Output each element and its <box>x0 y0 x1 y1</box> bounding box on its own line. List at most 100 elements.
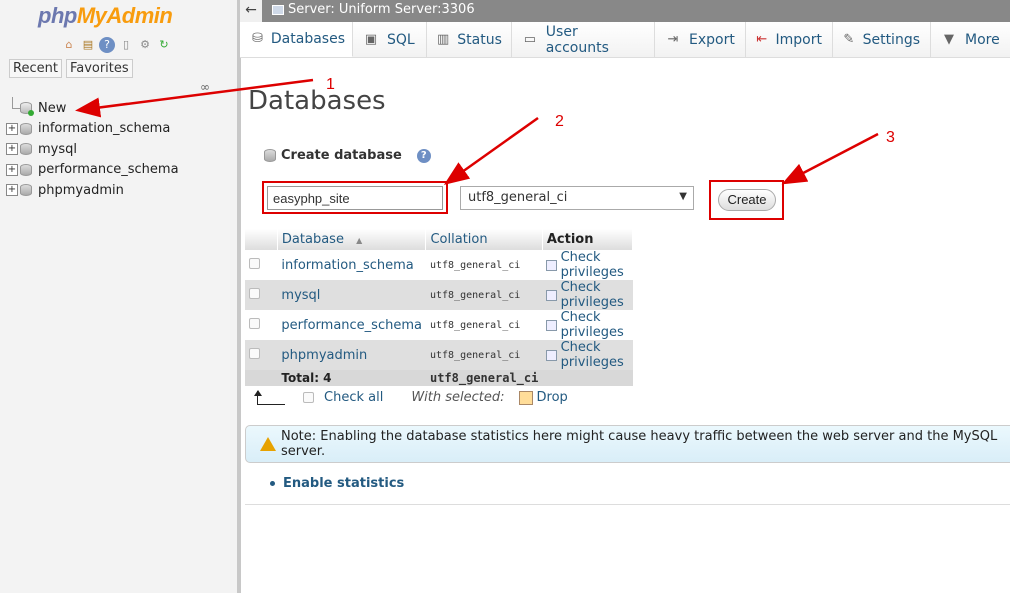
help-icon[interactable]: ? <box>99 37 115 53</box>
wrench-icon: ✎ <box>843 31 855 47</box>
with-selected-label: With selected: <box>411 390 505 405</box>
tree-item-label: performance_schema <box>38 162 179 178</box>
new-database-icon <box>264 149 276 162</box>
select-arrow-icon <box>254 389 285 405</box>
collation-cell: utf8_general_ci <box>425 340 543 370</box>
action-label: Check privileges <box>560 340 624 370</box>
exit-icon[interactable]: ▤ <box>80 37 96 53</box>
total-action-spacer <box>542 370 633 386</box>
tab-label: More <box>965 31 1000 48</box>
check-all-label[interactable]: Check all <box>324 390 383 405</box>
server-breadcrumb-bar: ← Server: Uniform Server:3306 <box>240 0 1010 22</box>
nav-icon-bar: ⌂ ▤ ? ▯ ⚙ ↻ <box>61 37 172 53</box>
server-breadcrumb[interactable]: Server: Uniform Server:3306 <box>272 2 475 17</box>
database-name-link[interactable]: performance_schema <box>277 310 426 340</box>
tab-label: SQL <box>387 31 415 48</box>
check-privileges-link[interactable]: Check privileges <box>546 340 628 370</box>
check-privileges-link[interactable]: Check privileges <box>546 280 628 310</box>
annotation-arrow-3 <box>781 132 879 185</box>
check-privileges-link[interactable]: Check privileges <box>546 250 628 280</box>
export-icon: ⇥ <box>667 31 679 47</box>
phpmyadmin-logo[interactable]: phpMyAdmin <box>38 3 173 29</box>
row-checkbox[interactable] <box>249 347 260 359</box>
tree-item-new[interactable]: New <box>6 97 179 119</box>
database-name-link[interactable]: mysql <box>277 280 426 310</box>
action-label: Check privileges <box>560 310 624 340</box>
tree-item-label: New <box>38 100 67 116</box>
users-icon: ▭ <box>523 31 537 47</box>
expand-icon[interactable]: + <box>6 143 18 156</box>
page-title: Databases <box>248 86 386 116</box>
check-privileges-link[interactable]: Check privileges <box>546 310 628 340</box>
action-label: Check privileges <box>560 250 624 280</box>
tree-item-mysql[interactable]: + mysql <box>6 139 179 160</box>
database-icon <box>20 122 32 135</box>
tab-import[interactable]: ⇤ Import <box>746 22 833 57</box>
back-arrow-icon[interactable]: ← <box>240 0 262 22</box>
expand-icon[interactable]: + <box>6 122 18 135</box>
tree-item-performance-schema[interactable]: + performance_schema <box>6 160 179 181</box>
tab-export[interactable]: ⇥ Export <box>655 22 746 57</box>
reload-icon[interactable]: ↻ <box>156 37 172 53</box>
row-checkbox[interactable] <box>249 257 260 269</box>
drop-button[interactable]: Drop <box>518 390 568 405</box>
tab-favorites[interactable]: Favorites <box>65 59 133 78</box>
tab-recent[interactable]: Recent <box>9 59 62 78</box>
gear-icon[interactable]: ⚙ <box>137 37 153 53</box>
header-label: Database <box>281 232 344 247</box>
collation-cell: utf8_general_ci <box>425 250 543 280</box>
database-icon: ⛁ <box>252 31 263 46</box>
database-icon <box>20 184 32 197</box>
table-row: information_schema utf8_general_ci Check… <box>245 250 633 280</box>
expand-icon[interactable]: + <box>6 184 18 197</box>
header-label: Collation <box>430 232 488 247</box>
tab-databases[interactable]: ⛁ Databases <box>242 22 353 57</box>
header-label: Action <box>546 232 594 247</box>
collation-select[interactable]: utf8_general_ci ▼ <box>460 186 694 210</box>
tab-settings[interactable]: ✎ Settings <box>833 22 931 57</box>
create-database-label: Create database <box>281 148 402 163</box>
enable-statistics-link[interactable]: Enable statistics <box>283 476 404 491</box>
tree-item-phpmyadmin[interactable]: + phpmyadmin <box>6 180 179 201</box>
row-checkbox-cell <box>245 250 278 280</box>
check-all-checkbox[interactable] <box>303 392 314 403</box>
database-name-link[interactable]: phpmyadmin <box>277 340 426 370</box>
tab-user-accounts[interactable]: ▭ User accounts <box>512 22 655 57</box>
action-cell: Check privileges <box>542 310 633 340</box>
tree-item-information-schema[interactable]: + information_schema <box>6 119 179 140</box>
row-checkbox[interactable] <box>249 287 260 299</box>
create-button[interactable]: Create <box>718 189 776 211</box>
row-checkbox-cell <box>245 340 278 370</box>
database-name-input[interactable] <box>267 186 443 210</box>
table-row: mysql utf8_general_ci Check privileges <box>245 280 633 310</box>
tab-label: Status <box>457 31 502 48</box>
expand-icon[interactable]: + <box>6 163 18 176</box>
header-action: Action <box>542 229 634 250</box>
tab-status[interactable]: ▥ Status <box>427 22 512 57</box>
new-database-icon <box>20 102 34 117</box>
database-name-link[interactable]: information_schema <box>277 250 426 280</box>
recent-favorites-tabs: Recent Favorites <box>9 59 133 78</box>
panel-resize-handle[interactable] <box>237 0 241 593</box>
tab-label: Settings <box>862 31 920 48</box>
tree-item-label: information_schema <box>38 121 171 137</box>
bulk-actions-row: Check all With selected: Drop <box>254 389 568 405</box>
home-icon[interactable]: ⌂ <box>61 37 77 53</box>
chevron-down-icon: ▼ <box>944 31 954 47</box>
tab-more[interactable]: ▼ More <box>931 22 1010 57</box>
row-checkbox[interactable] <box>249 317 260 329</box>
total-spacer <box>245 370 278 386</box>
annotation-number-3: 3 <box>886 129 895 146</box>
sql-icon: ▣ <box>364 31 378 47</box>
table-header-row: Database ▲ Collation Action <box>245 229 634 250</box>
database-tree: New + information_schema + mysql + perfo… <box>6 97 179 201</box>
tree-item-label: phpmyadmin <box>38 182 124 198</box>
header-collation[interactable]: Collation <box>425 229 543 250</box>
link-chain-icon[interactable]: ∞ <box>200 80 210 94</box>
server-icon <box>272 4 284 15</box>
header-database[interactable]: Database ▲ <box>277 229 427 250</box>
docs-icon[interactable]: ▯ <box>118 37 134 53</box>
privileges-icon <box>546 259 557 271</box>
tab-sql[interactable]: ▣ SQL <box>353 22 427 57</box>
help-icon[interactable]: ? <box>416 148 431 163</box>
